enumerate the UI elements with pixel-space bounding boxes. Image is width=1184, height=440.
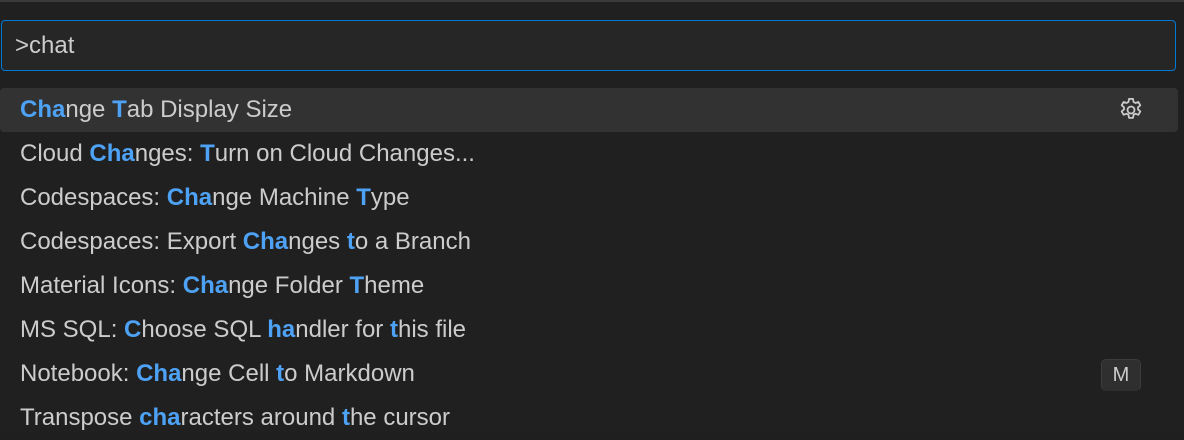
label-text: Codespaces: (20, 184, 167, 211)
command-result-item[interactable]: Codespaces: Change Machine Type (0, 176, 1178, 220)
match-highlight: t (389, 316, 398, 343)
command-label: Codespaces: Export Changes to a Branch (20, 228, 471, 256)
label-text: nge (65, 96, 113, 123)
label-text: Cloud (20, 140, 90, 167)
label-text: nges (288, 228, 347, 255)
label-text: Codespaces: Export (20, 228, 243, 255)
label-text: nge Machine (212, 184, 357, 211)
match-highlight: t (346, 228, 355, 255)
label-text: his file (397, 316, 466, 343)
command-result-item[interactable]: Change Tab Display Size (0, 88, 1178, 132)
command-result-item[interactable]: Transpose characters around the cursor (0, 396, 1178, 440)
match-highlight: cha (139, 404, 181, 431)
match-highlight: T (200, 140, 215, 167)
label-text: nge Cell (181, 360, 277, 387)
command-palette-input-box[interactable] (1, 20, 1176, 71)
command-label: Notebook: Change Cell to Markdown (20, 360, 415, 388)
command-result-item[interactable]: Codespaces: Export Changes to a Branch (0, 220, 1178, 264)
match-highlight: Cha (136, 360, 182, 387)
label-text: racters around (180, 404, 342, 431)
command-result-item[interactable]: Material Icons: Change Folder Theme (0, 264, 1178, 308)
command-label: MS SQL: Choose SQL handler for this file (20, 316, 466, 344)
label-text: ndler for (295, 316, 390, 343)
match-highlight: Cha (182, 272, 229, 299)
label-text: Notebook: (20, 360, 137, 387)
gear-icon[interactable] (1116, 95, 1146, 125)
label-text: hoose SQL (141, 316, 268, 343)
label-text: urn on Cloud Changes... (214, 140, 475, 167)
label-text: ab Display Size (126, 96, 293, 123)
label-text: nge Folder (228, 272, 350, 299)
label-text: nges: (134, 140, 201, 167)
command-result-item[interactable]: Cloud Changes: Turn on Cloud Changes... (0, 132, 1178, 176)
command-label: Codespaces: Change Machine Type (20, 184, 410, 212)
keybinding-label: M (1101, 359, 1141, 391)
command-label: Cloud Changes: Turn on Cloud Changes... (20, 140, 475, 168)
match-highlight: T (349, 272, 365, 299)
label-text: MS SQL: (20, 316, 125, 343)
match-highlight: C (124, 316, 142, 343)
match-highlight: T (356, 184, 371, 211)
label-text: Material Icons: (20, 272, 183, 299)
label-text: o Markdown (284, 360, 415, 387)
command-label: Material Icons: Change Folder Theme (20, 272, 424, 300)
match-highlight: Cha (166, 184, 213, 211)
match-highlight: T (112, 96, 127, 123)
command-result-item[interactable]: MS SQL: Choose SQL handler for this file (0, 308, 1178, 352)
match-highlight: t (276, 360, 285, 387)
label-text: Transpose (20, 404, 140, 431)
label-text: o a Branch (354, 228, 471, 255)
match-highlight: ha (267, 316, 296, 343)
label-text: ype (370, 184, 410, 211)
command-label: Transpose characters around the cursor (20, 404, 450, 432)
match-highlight: t (341, 404, 350, 431)
match-highlight: Cha (89, 140, 135, 167)
label-text: heme (364, 272, 425, 299)
command-search-input[interactable] (2, 21, 1175, 70)
command-label: Change Tab Display Size (20, 96, 292, 124)
command-result-item[interactable]: Notebook: Change Cell to Markdown M (0, 352, 1178, 396)
match-highlight: Cha (242, 228, 289, 255)
command-results-list: Change Tab Display Size Cloud Changes: Tu… (0, 88, 1178, 440)
label-text: he cursor (349, 404, 450, 431)
match-highlight: Cha (20, 96, 66, 123)
command-palette: Change Tab Display SizeCloud Changes: Tu… (0, 0, 1184, 432)
